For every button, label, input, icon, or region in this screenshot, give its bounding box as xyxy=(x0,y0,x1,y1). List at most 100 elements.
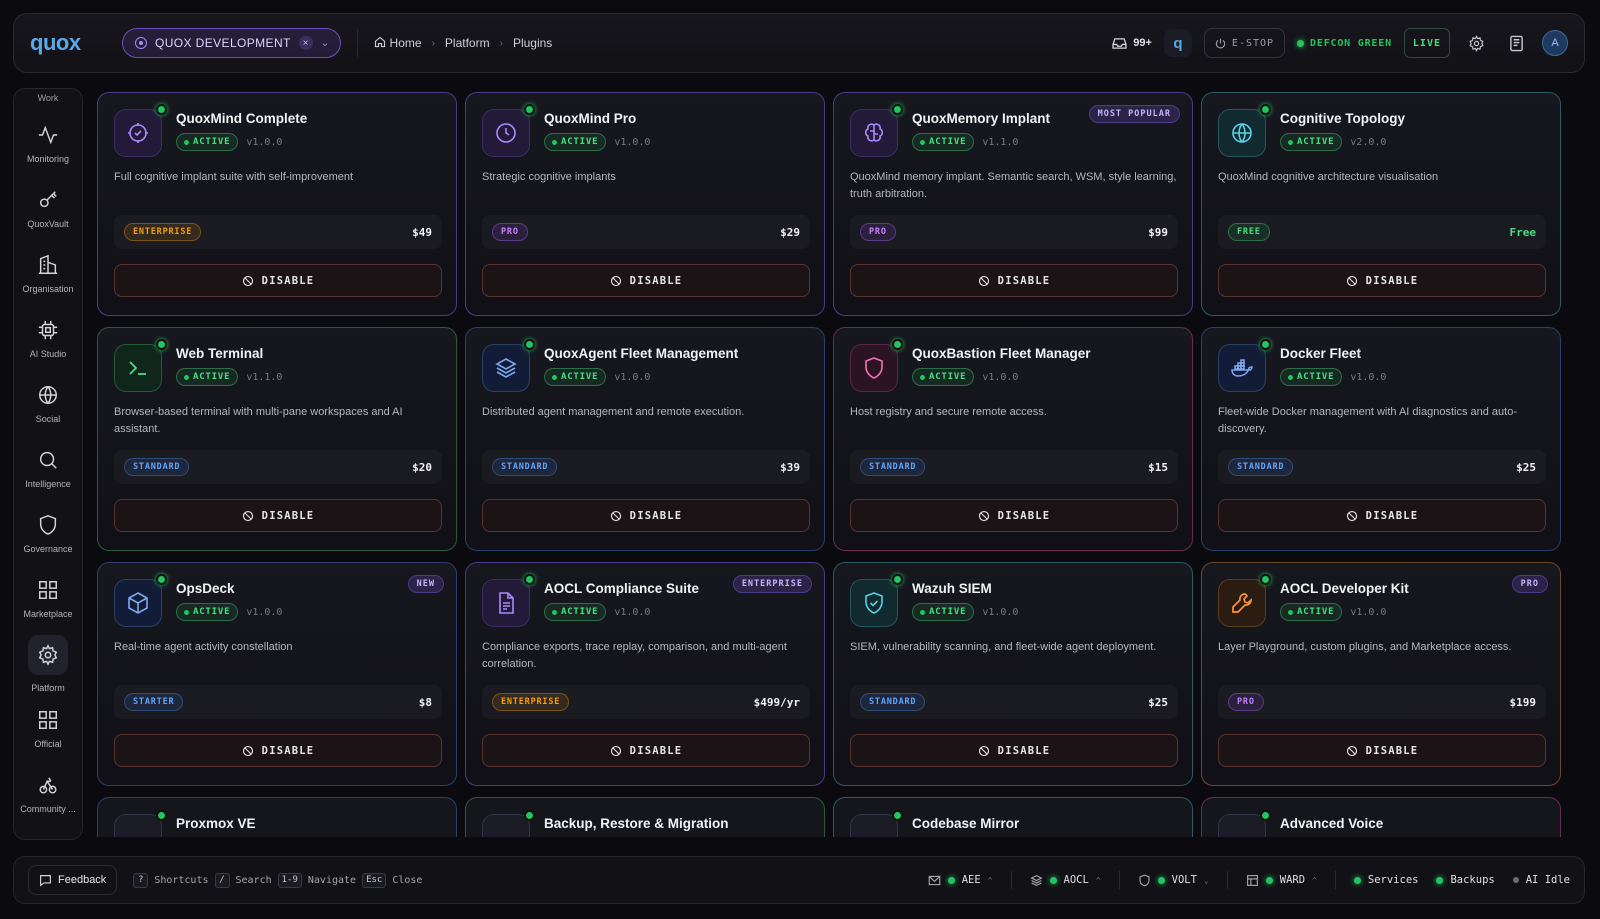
disable-button[interactable]: DISABLE xyxy=(1218,264,1546,297)
status-volt[interactable]: VOLT ⌄ xyxy=(1138,874,1209,887)
online-indicator xyxy=(892,104,903,115)
plugin-price: $29 xyxy=(780,225,800,239)
plugin-description: Compliance exports, trace replay, compar… xyxy=(482,641,787,670)
inbox-button[interactable]: 99+ xyxy=(1112,37,1152,50)
plugin-price: $499/yr xyxy=(753,695,800,709)
disable-button[interactable]: DISABLE xyxy=(482,264,810,297)
plugin-version: v1.0.0 xyxy=(614,136,651,148)
status-badge: ACTIVE xyxy=(912,368,975,386)
breadcrumb-plugins[interactable]: Plugins xyxy=(513,36,552,50)
sidebar-item-organisation[interactable]: Organisation xyxy=(15,241,81,306)
sidebar-item-monitoring[interactable]: Monitoring xyxy=(15,111,81,176)
grid-icon xyxy=(39,710,57,729)
sidebar-item-community[interactable]: Community ... xyxy=(15,761,81,826)
active-indicator xyxy=(28,634,68,675)
plugin-title: Wazuh SIEM xyxy=(912,581,992,596)
disable-button[interactable]: DISABLE xyxy=(482,734,810,767)
disable-button[interactable]: DISABLE xyxy=(114,499,442,532)
plugin-card-quoxagent-fleet: QuoxAgent Fleet Management ACTIVE v1.0.0 … xyxy=(465,327,825,551)
sidebar-item-intelligence[interactable]: Intelligence xyxy=(15,436,81,501)
plugin-icon xyxy=(1218,339,1271,392)
plugin-title: Cognitive Topology xyxy=(1280,111,1405,126)
plugin-version: v2.0.0 xyxy=(1350,136,1387,148)
breadcrumb-home[interactable]: Home xyxy=(374,36,422,50)
ban-icon xyxy=(242,745,253,756)
disable-button[interactable]: DISABLE xyxy=(1218,734,1546,767)
disable-button[interactable]: DISABLE xyxy=(114,734,442,767)
disable-button[interactable]: DISABLE xyxy=(482,499,810,532)
plugin-version: v1.0.0 xyxy=(982,606,1019,618)
online-indicator xyxy=(1260,104,1271,115)
disable-button[interactable]: DISABLE xyxy=(850,734,1178,767)
chevron-down-icon[interactable]: ⌄ xyxy=(321,38,330,49)
status-aocl[interactable]: AOCL ^ xyxy=(1029,874,1101,887)
status-badge: ACTIVE xyxy=(176,133,239,151)
app-logo[interactable]: quox xyxy=(30,30,108,56)
plugin-card-advanced-voice[interactable]: Advanced Voice xyxy=(1201,797,1561,837)
plugin-card-quoxmind-complete: QuoxMind Complete ACTIVE v1.0.0 Full cogn… xyxy=(97,92,457,316)
plugin-card-quoxbastion-fleet: QuoxBastion Fleet Manager ACTIVE v1.0.0 H… xyxy=(833,327,1193,551)
disable-button[interactable]: DISABLE xyxy=(114,264,442,297)
plugin-card-codebase-mirror[interactable]: Codebase Mirror xyxy=(833,797,1193,837)
divider xyxy=(1118,871,1120,889)
plugin-card-aocl-developer-kit: PRO AOCL Developer Kit ACTIVE v1.0.0 Laye… xyxy=(1201,562,1561,786)
disable-button[interactable]: DISABLE xyxy=(1218,499,1546,532)
plugin-card-proxmox-ve[interactable]: Proxmox VE xyxy=(97,797,457,837)
plugin-description: Browser-based terminal with multi-pane w… xyxy=(114,406,403,435)
pricing-row: ENTERPRISE $49 xyxy=(114,215,442,249)
plugin-version: v1.0.0 xyxy=(1350,606,1387,618)
plugin-description: Distributed agent management and remote … xyxy=(482,406,745,418)
disable-button[interactable]: DISABLE xyxy=(850,499,1178,532)
online-indicator xyxy=(892,574,903,585)
tier-badge: STANDARD xyxy=(124,458,190,476)
plugin-title: QuoxBastion Fleet Manager xyxy=(912,346,1091,361)
close-icon[interactable]: × xyxy=(298,36,313,50)
docs-button[interactable] xyxy=(1502,29,1530,57)
status-badge: ACTIVE xyxy=(176,603,239,621)
plugin-price: $39 xyxy=(780,460,800,474)
plugin-title: AOCL Developer Kit xyxy=(1280,581,1409,596)
home-icon xyxy=(374,36,385,48)
tier-badge: PRO xyxy=(492,223,528,241)
breadcrumb-platform[interactable]: Platform xyxy=(445,36,490,50)
estop-button[interactable]: E-STOP xyxy=(1203,28,1286,58)
sidebar-item-platform[interactable]: Platform xyxy=(15,631,81,696)
sidebar-item-governance[interactable]: Governance xyxy=(15,501,81,566)
power-icon xyxy=(1215,38,1226,48)
tier-badge: PRO xyxy=(860,223,896,241)
community-icon xyxy=(39,776,57,794)
chip-icon xyxy=(38,320,58,339)
sidebar-item-official[interactable]: Official xyxy=(15,696,81,761)
plugin-card-backup-restore[interactable]: Backup, Restore & Migration xyxy=(465,797,825,837)
feedback-button[interactable]: Feedback xyxy=(28,865,118,895)
plugin-title: Web Terminal xyxy=(176,346,264,361)
online-indicator xyxy=(156,574,167,585)
online-indicator xyxy=(892,339,903,350)
top-bar: quox QUOX DEVELOPMENT × ⌄ Home › Platfor… xyxy=(13,13,1585,73)
settings-button[interactable] xyxy=(1462,29,1490,57)
ban-icon xyxy=(610,745,621,756)
shield-icon xyxy=(1139,874,1150,886)
project-selector[interactable]: QUOX DEVELOPMENT × ⌄ xyxy=(122,28,341,58)
status-services[interactable]: Services xyxy=(1353,874,1418,886)
status-dot xyxy=(1512,877,1519,883)
sidebar-item-social[interactable]: Social xyxy=(15,371,81,436)
online-indicator xyxy=(524,810,535,821)
live-badge[interactable]: LIVE xyxy=(1403,28,1450,58)
status-backups[interactable]: Backups xyxy=(1436,874,1495,886)
status-ward[interactable]: WARD ^ xyxy=(1246,874,1317,887)
disable-button[interactable]: DISABLE xyxy=(850,264,1178,297)
status-aee[interactable]: AEE ^ xyxy=(928,874,993,887)
status-ai[interactable]: AI Idle xyxy=(1512,874,1570,886)
quox-assistant-button[interactable]: q xyxy=(1163,29,1192,57)
avatar[interactable]: A xyxy=(1542,30,1568,56)
chevron-up-icon: ^ xyxy=(987,875,993,885)
tier-badge: ENTERPRISE xyxy=(124,223,202,241)
status-badge: ACTIVE xyxy=(1280,603,1343,621)
sidebar-item-quoxvault[interactable]: QuoxVault xyxy=(15,176,81,241)
pricing-row: PRO $29 xyxy=(482,215,810,249)
plugin-title: Advanced Voice xyxy=(1280,816,1384,831)
sidebar-item-ai-studio[interactable]: AI Studio xyxy=(15,306,81,371)
plugin-description: QuoxMind cognitive architecture visualis… xyxy=(1218,171,1439,183)
sidebar-item-marketplace[interactable]: Marketplace xyxy=(15,566,81,631)
